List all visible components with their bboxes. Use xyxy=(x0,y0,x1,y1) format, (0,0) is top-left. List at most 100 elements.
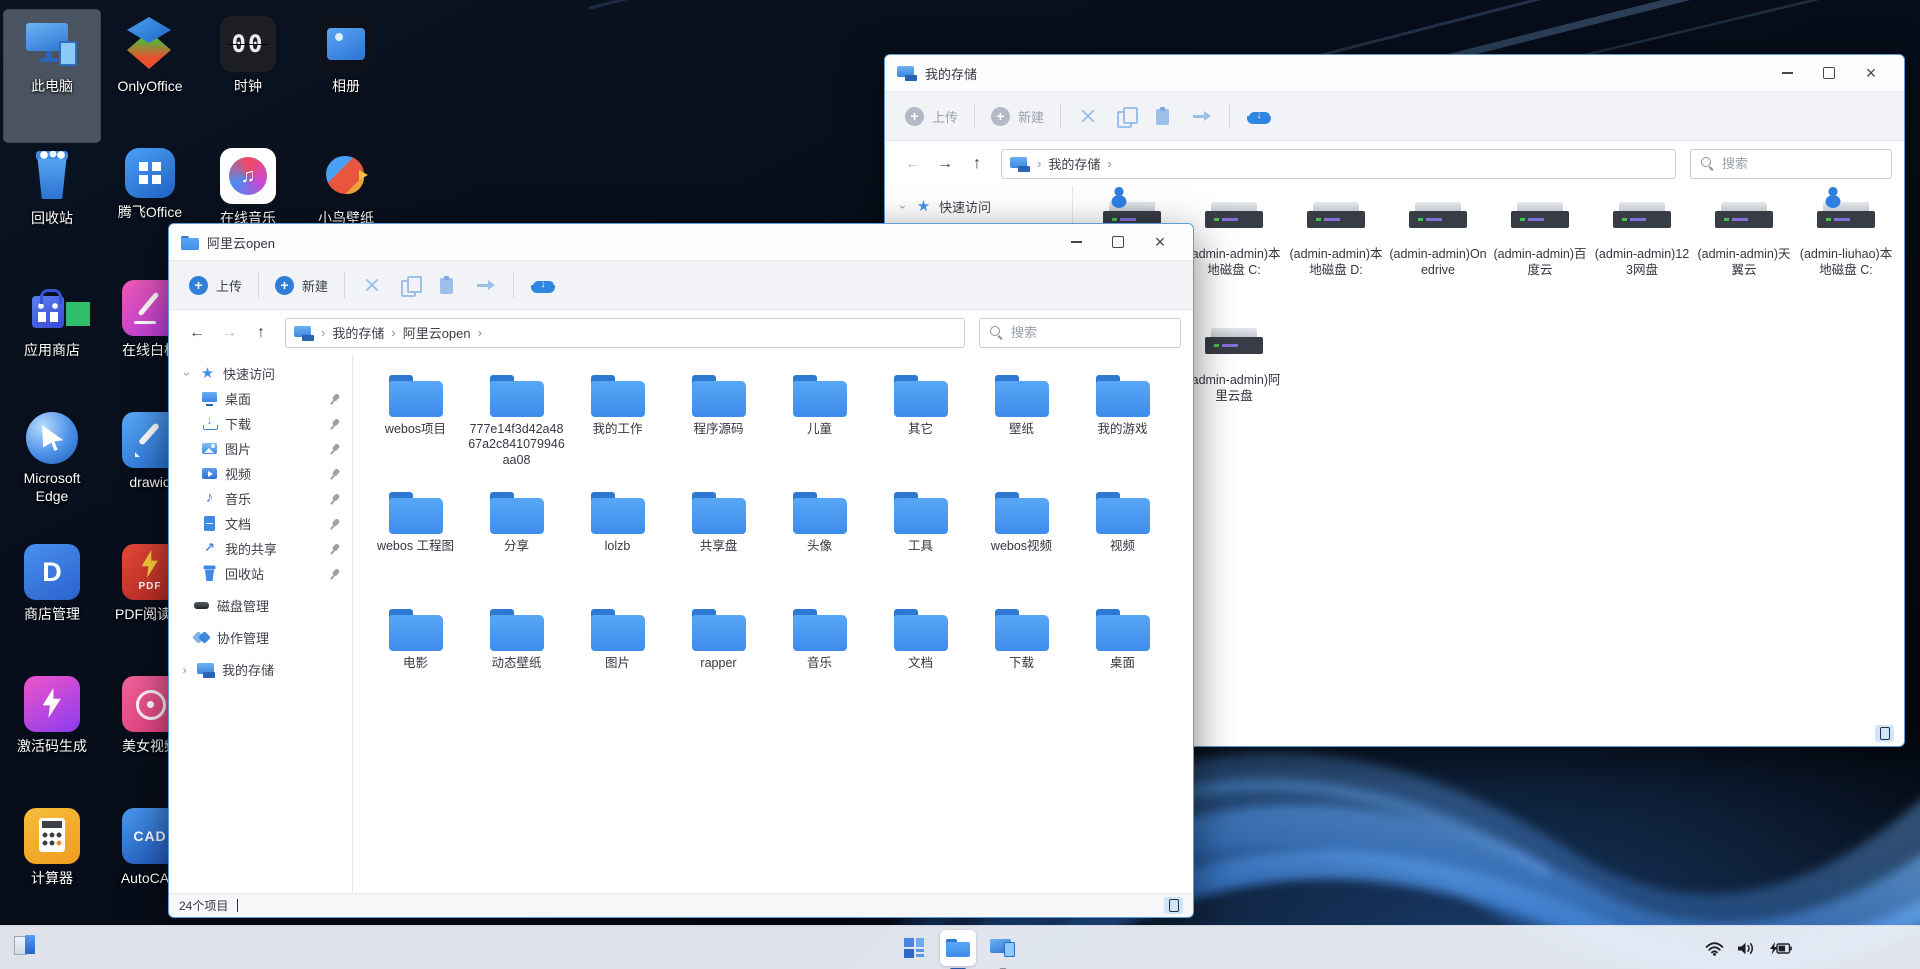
up-button[interactable]: ↑ xyxy=(961,155,993,173)
chevron-down-icon[interactable] xyxy=(897,200,908,214)
drive-item[interactable]: (admin-admin)Onedrive xyxy=(1387,194,1489,320)
pin-icon[interactable] xyxy=(326,440,343,457)
sidebar-quick-access[interactable]: 快速访问 xyxy=(169,361,352,386)
volume-icon[interactable] xyxy=(1737,941,1756,956)
drive-item[interactable]: (admin-liuhao)本地磁盘 C: xyxy=(1795,194,1897,320)
sidebar-quick-item[interactable]: 下载 xyxy=(169,411,352,436)
folder-item[interactable]: 儿童 xyxy=(769,363,870,480)
folder-item[interactable]: 动态壁纸 xyxy=(466,597,567,714)
taskbar-my-storage[interactable] xyxy=(990,928,1016,968)
folder-item[interactable]: 文档 xyxy=(870,597,971,714)
drive-item[interactable]: (admin-admin)本地磁盘 C: xyxy=(1183,194,1285,320)
folder-item[interactable]: 图片 xyxy=(567,597,668,714)
folder-item[interactable]: webos项目 xyxy=(365,363,466,480)
titlebar[interactable]: 阿里云open xyxy=(169,224,1193,260)
desktop-icon[interactable]: 此电脑 xyxy=(4,10,100,142)
folder-item[interactable]: webos视频 xyxy=(971,480,1072,597)
folder-item[interactable]: 工具 xyxy=(870,480,971,597)
pin-icon[interactable] xyxy=(326,415,343,432)
desktop-icon[interactable]: OnlyOffice xyxy=(102,10,198,142)
drive-item[interactable]: (admin-admin)本地磁盘 D: xyxy=(1285,194,1387,320)
folder-item[interactable]: lolzb xyxy=(567,480,668,597)
desktop-icon[interactable]: 激活码生成 xyxy=(4,670,100,802)
sidebar-quick-item[interactable]: 音乐 xyxy=(169,486,352,511)
forward-button[interactable]: → xyxy=(213,324,245,342)
pin-icon[interactable] xyxy=(326,565,343,582)
folder-item[interactable]: rapper xyxy=(668,597,769,714)
up-button[interactable]: ↑ xyxy=(245,324,277,342)
breadcrumb-item[interactable]: 我的存储 xyxy=(1048,154,1100,173)
search-box[interactable] xyxy=(1690,149,1892,179)
sidebar-quick-access[interactable]: 快速访问 xyxy=(885,194,1072,219)
sidebar-quick-item[interactable]: 我的共享 xyxy=(169,536,352,561)
breadcrumb[interactable]: 我的存储 xyxy=(1001,149,1676,179)
desktop-icon[interactable]: 时钟 xyxy=(200,10,296,142)
back-button[interactable]: ← xyxy=(181,324,213,342)
cloud-download-icon[interactable] xyxy=(530,275,556,295)
folder-item[interactable]: 音乐 xyxy=(769,597,870,714)
desktop-icon[interactable]: Microsoft Edge xyxy=(4,406,100,538)
folder-item[interactable]: 我的工作 xyxy=(567,363,668,480)
breadcrumb-item[interactable]: 我的存储 xyxy=(332,323,384,342)
drive-item[interactable]: (admin-admin)百度云 xyxy=(1489,194,1591,320)
pin-icon[interactable] xyxy=(326,540,343,557)
desktop-icon[interactable]: 应用商店 xyxy=(4,274,100,406)
cut-icon[interactable] xyxy=(361,275,383,295)
folder-item[interactable]: 分享 xyxy=(466,480,567,597)
folder-item[interactable]: 电影 xyxy=(365,597,466,714)
new-button[interactable]: 新建 xyxy=(991,107,1044,126)
upload-button[interactable]: 上传 xyxy=(905,107,958,126)
forward-button[interactable]: → xyxy=(929,155,961,173)
maximize-button[interactable] xyxy=(1808,58,1850,88)
sidebar-quick-item[interactable]: 文档 xyxy=(169,511,352,536)
search-input[interactable] xyxy=(1722,156,1882,171)
copy-icon[interactable] xyxy=(399,275,421,295)
folder-item[interactable]: 壁纸 xyxy=(971,363,1072,480)
upload-button[interactable]: 上传 xyxy=(189,276,242,295)
cloud-download-icon[interactable] xyxy=(1246,106,1272,126)
view-toggle-button[interactable] xyxy=(1164,897,1183,914)
close-button[interactable] xyxy=(1139,227,1181,257)
move-icon[interactable] xyxy=(475,275,497,295)
breadcrumb-item[interactable]: 阿里云open xyxy=(403,323,471,342)
minimize-button[interactable] xyxy=(1766,58,1808,88)
pin-icon[interactable] xyxy=(326,515,343,532)
sidebar-item-disk-management[interactable]: 磁盘管理 xyxy=(169,593,352,618)
folder-item[interactable]: 头像 xyxy=(769,480,870,597)
folder-item[interactable]: 共享盘 xyxy=(668,480,769,597)
breadcrumb[interactable]: 我的存储 阿里云open xyxy=(285,318,965,348)
pin-icon[interactable] xyxy=(326,390,343,407)
desktop-icon[interactable]: 商店管理 xyxy=(4,538,100,670)
folder-item[interactable]: 视频 xyxy=(1072,480,1173,597)
new-button[interactable]: 新建 xyxy=(275,276,328,295)
search-box[interactable] xyxy=(979,318,1181,348)
drive-item[interactable]: (admin-admin)123网盘 xyxy=(1591,194,1693,320)
search-input[interactable] xyxy=(1011,325,1171,340)
folder-item[interactable]: 程序源码 xyxy=(668,363,769,480)
sidebar-quick-item[interactable]: 回收站 xyxy=(169,561,352,586)
back-button[interactable]: ← xyxy=(897,155,929,173)
sidebar-item-collaboration[interactable]: 协作管理 xyxy=(169,625,352,650)
move-icon[interactable] xyxy=(1191,106,1213,126)
folder-item[interactable]: 下载 xyxy=(971,597,1072,714)
cut-icon[interactable] xyxy=(1077,106,1099,126)
wifi-icon[interactable] xyxy=(1705,941,1724,956)
start-button[interactable] xyxy=(12,934,42,962)
sidebar-item-my-storage[interactable]: 我的存储 xyxy=(169,657,352,682)
close-button[interactable] xyxy=(1850,58,1892,88)
paste-icon[interactable] xyxy=(437,275,459,295)
desktop-icon[interactable]: 计算器 xyxy=(4,802,100,934)
battery-charging-icon[interactable] xyxy=(1769,942,1792,955)
folder-item[interactable]: 其它 xyxy=(870,363,971,480)
chevron-right-icon[interactable] xyxy=(179,663,190,677)
drive-item[interactable]: (admin-admin)天翼云 xyxy=(1693,194,1795,320)
drive-item[interactable]: (admin-admin)阿里云盘 xyxy=(1183,320,1285,446)
chevron-down-icon[interactable] xyxy=(181,367,192,381)
app-grid-button[interactable] xyxy=(904,928,926,968)
sidebar-quick-item[interactable]: 桌面 xyxy=(169,386,352,411)
maximize-button[interactable] xyxy=(1097,227,1139,257)
pin-icon[interactable] xyxy=(326,490,343,507)
folder-item[interactable]: webos 工程图 xyxy=(365,480,466,597)
folder-item[interactable]: 桌面 xyxy=(1072,597,1173,714)
pin-icon[interactable] xyxy=(326,465,343,482)
